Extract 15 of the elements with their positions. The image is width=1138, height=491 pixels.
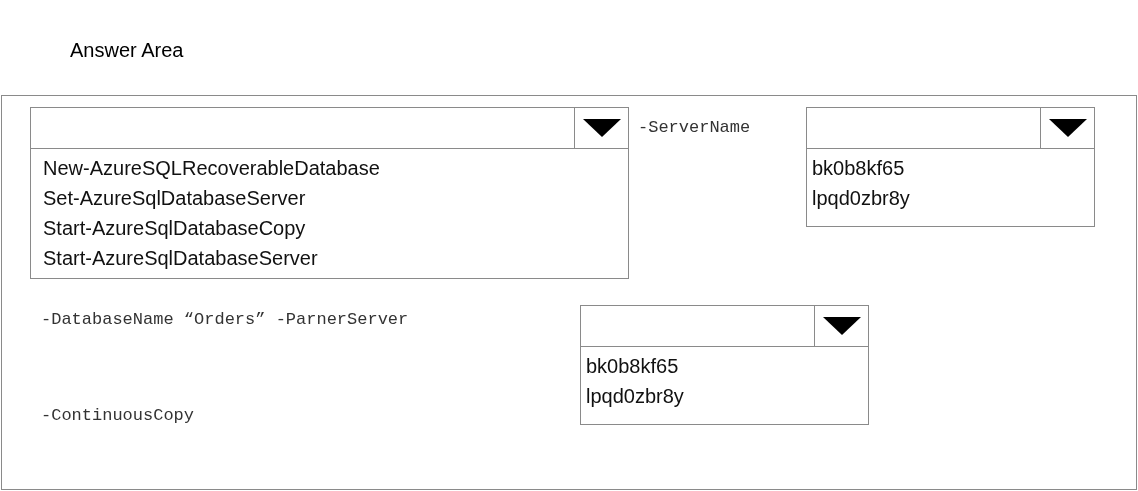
dropdown-option[interactable]: lpqd0zbr8y bbox=[807, 183, 1094, 213]
caret-icon bbox=[1048, 119, 1087, 137]
dropdown-option[interactable]: lpqd0zbr8y bbox=[581, 381, 868, 411]
parameter-label: -DatabaseName “Orders” -ParnerServer bbox=[41, 310, 410, 329]
dropdown-option[interactable]: bk0b8kf65 bbox=[581, 351, 868, 381]
answer-area-title: Answer Area bbox=[70, 39, 184, 62]
caret-icon bbox=[822, 317, 861, 335]
dropdown-option[interactable]: Set-AzureSqlDatabaseServer bbox=[31, 183, 628, 213]
parameter-label: -ContinuousCopy bbox=[41, 406, 196, 425]
dropdown-option[interactable]: Start-AzureSqlDatabaseServer bbox=[31, 243, 628, 273]
dropdown-option[interactable]: Start-AzureSqlDatabaseCopy bbox=[31, 213, 628, 243]
caret-icon bbox=[582, 119, 621, 137]
dropdown-option[interactable]: New-AzureSQLRecoverableDatabase bbox=[31, 153, 628, 183]
dropdown-option[interactable]: bk0b8kf65 bbox=[807, 153, 1094, 183]
parameter-label: -ServerName bbox=[638, 118, 751, 137]
